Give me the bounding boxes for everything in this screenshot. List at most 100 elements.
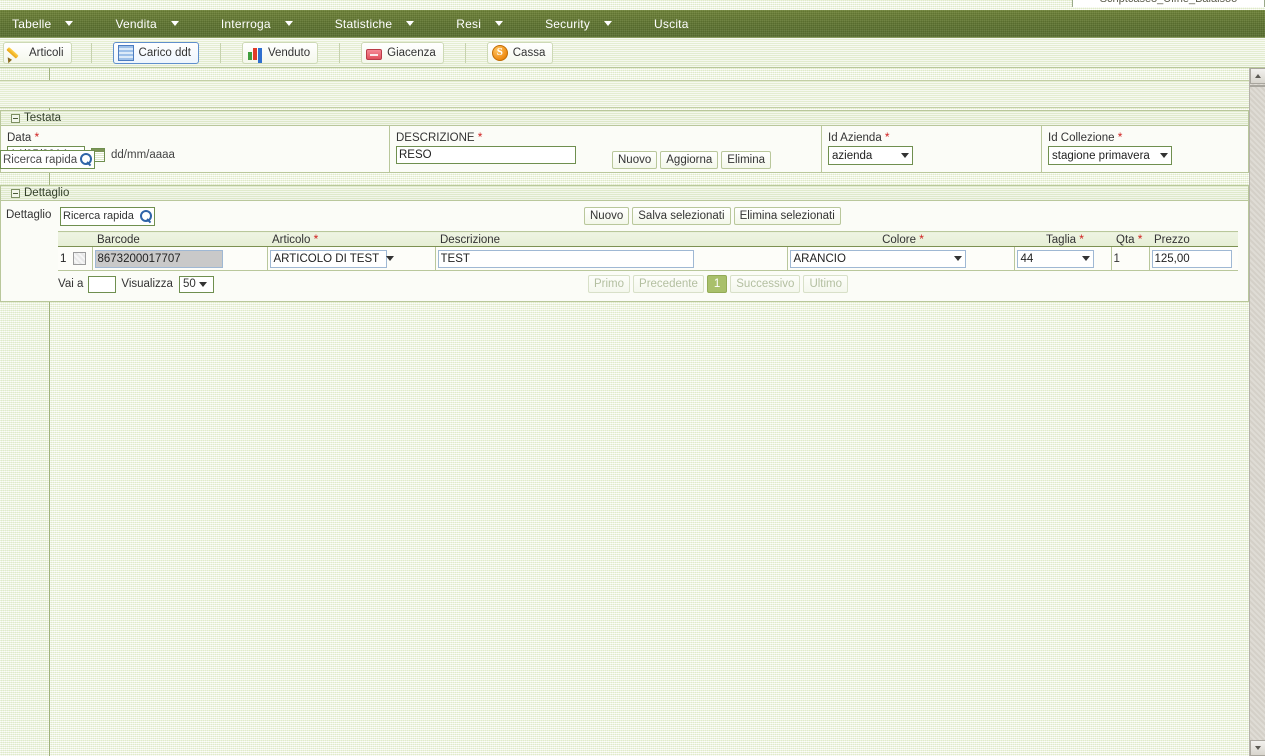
taglia-select[interactable]: 44 (1016, 249, 1094, 268)
elimina-button[interactable]: Elimina (721, 151, 772, 169)
section-dettaglio: Dettaglio Dettaglio Ricerca rapida Nuovo… (0, 185, 1249, 302)
descrizione-input[interactable] (396, 146, 576, 164)
toolbar-button-articoli[interactable]: Articoli (3, 41, 72, 64)
search-icon[interactable] (139, 209, 152, 223)
scrollbar-thumb[interactable] (1250, 85, 1265, 87)
toolbar-button-venduto[interactable]: Venduto (241, 41, 319, 64)
chevron-down-icon[interactable] (196, 277, 210, 292)
chevron-down-icon[interactable] (951, 251, 965, 267)
pager-precedente-button[interactable]: Precedente (633, 275, 704, 293)
collapse-icon[interactable] (11, 188, 20, 198)
field-label: DESCRIZIONE * (396, 130, 483, 144)
tab-dettaglio[interactable]: Dettaglio (3, 209, 52, 221)
toolbar-button-cassa[interactable]: Cassa (486, 41, 554, 64)
select-value: 44 (1020, 252, 1034, 265)
chevron-down-icon[interactable] (383, 251, 397, 267)
toolbar-separator (339, 42, 341, 63)
grid-col-barcode: Barcode (92, 231, 267, 247)
dettaglio-nuovo-button[interactable]: Nuovo (584, 207, 630, 225)
menu-label: Resi (456, 16, 482, 31)
window-titlebar: Scriptcase8_Ulfhe_Balalsoo (1072, 0, 1265, 7)
menu-item-tabelle[interactable]: Tabelle (2, 10, 83, 38)
menu-label: Interroga (220, 16, 271, 31)
toolbar-button-giacenza[interactable]: Giacenza (361, 41, 444, 64)
id-azienda-select[interactable]: azienda (828, 146, 913, 165)
menu-item-resi[interactable]: Resi (446, 10, 513, 38)
toolbar-button-label: Articoli (29, 46, 64, 59)
menu-item-statistiche[interactable]: Statistiche (325, 10, 425, 38)
goto-page-input[interactable] (88, 275, 117, 293)
field-id-azienda: Id Azienda * azienda (822, 126, 1042, 172)
search-placeholder: Ricerca rapida (63, 210, 134, 222)
section-title: Testata (24, 112, 62, 124)
search-input[interactable]: Ricerca rapida (0, 150, 95, 169)
cell-taglia: 44 (1013, 246, 1111, 271)
collapse-icon[interactable] (11, 113, 20, 123)
drawer-icon (366, 48, 383, 60)
toolbar-button-carico-ddt[interactable]: Carico ddt (112, 41, 199, 64)
dettaglio-search-input[interactable]: Ricerca rapida (60, 206, 155, 226)
menu-item-uscita[interactable]: Uscita (644, 10, 699, 38)
elimina-selezionati-button[interactable]: Elimina selezionati (733, 207, 841, 225)
aggiorna-button[interactable]: Aggiorna (660, 151, 719, 169)
colore-select[interactable]: ARANCIO (789, 249, 966, 268)
section-dettaglio-body: Dettaglio Ricerca rapida Nuovo Salva sel… (0, 201, 1249, 302)
field-label: Id Azienda * (828, 130, 890, 144)
cell-descrizione (434, 246, 787, 271)
field-label: Data * (7, 130, 40, 144)
cell-barcode (91, 246, 267, 271)
toolbar-separator (464, 42, 466, 63)
id-collezione-select[interactable]: stagione primavera (1048, 146, 1172, 165)
salva-selezionati-button[interactable]: Salva selezionati (632, 207, 731, 225)
menu-item-vendita[interactable]: Vendita (105, 10, 188, 38)
table-row: 1 ARTICOLO DI TEST (58, 246, 1238, 271)
nuovo-button[interactable]: Nuovo (612, 151, 658, 169)
cell-prezzo (1148, 246, 1238, 271)
grid-col-colore: Colore * (787, 231, 1014, 247)
toolbar-separator (219, 42, 221, 63)
select-value: ARANCIO (793, 252, 846, 265)
field-id-collezione: Id Collezione * stagione primavera (1042, 126, 1248, 172)
scroll-down-button[interactable] (1250, 740, 1265, 756)
pagination-controls: Primo Precedente 1 Successivo Ultimo (588, 275, 849, 293)
scroll-up-button[interactable] (1250, 68, 1265, 84)
prezzo-input[interactable] (1151, 249, 1232, 268)
page-size-select[interactable]: 50 (178, 275, 214, 293)
pager-primo-button[interactable]: Primo (588, 275, 631, 293)
menu-label: Security (545, 16, 591, 31)
cell-colore: ARANCIO (786, 246, 1014, 271)
row-select-cell[interactable] (68, 246, 92, 271)
chevron-down-icon (65, 21, 74, 26)
grid-col-qta: Qta * (1111, 231, 1149, 247)
section-dettaglio-header[interactable]: Dettaglio (0, 185, 1249, 201)
chevron-down-icon[interactable] (898, 147, 912, 164)
qta-value[interactable]: 1 (1114, 253, 1120, 265)
menu-item-interroga[interactable]: Interroga (211, 10, 303, 38)
search-icon[interactable] (79, 153, 92, 166)
vertical-scrollbar[interactable] (1249, 68, 1265, 756)
menu-label: Tabelle (12, 16, 52, 31)
grid-pager: Vai a Visualizza 50 Primo Precedente 1 S… (58, 271, 1248, 297)
grid-col-descrizione: Descrizione (435, 231, 787, 247)
section-testata-header[interactable]: Testata (0, 110, 1249, 126)
app-toolbar: Articoli Carico ddt Venduto Giacenza Cas… (0, 38, 1265, 68)
menu-item-security[interactable]: Security (535, 10, 622, 38)
select-value: stagione primavera (1052, 149, 1150, 162)
chevron-down-icon[interactable] (1079, 251, 1093, 267)
select-value: azienda (832, 149, 873, 162)
pager-successivo-button[interactable]: Successivo (730, 275, 801, 293)
chevron-down-icon (284, 21, 293, 26)
chevron-down-icon (406, 21, 415, 26)
descrizione-row-input[interactable] (437, 249, 694, 268)
record-action-buttons: Nuovo Aggiorna Elimina (612, 151, 772, 169)
row-checkbox[interactable] (73, 252, 87, 265)
chevron-down-icon[interactable] (1157, 147, 1171, 164)
articolo-select[interactable]: ARTICOLO DI TEST (269, 249, 395, 268)
coin-icon (491, 44, 508, 61)
barcode-input[interactable] (94, 249, 223, 268)
data-format-hint: dd/mm/aaaa (111, 149, 175, 161)
pager-ultimo-button[interactable]: Ultimo (803, 275, 849, 293)
cell-qta: 1 (1110, 246, 1149, 271)
select-value: 50 (182, 278, 196, 290)
select-value: ARTICOLO DI TEST (273, 252, 380, 265)
